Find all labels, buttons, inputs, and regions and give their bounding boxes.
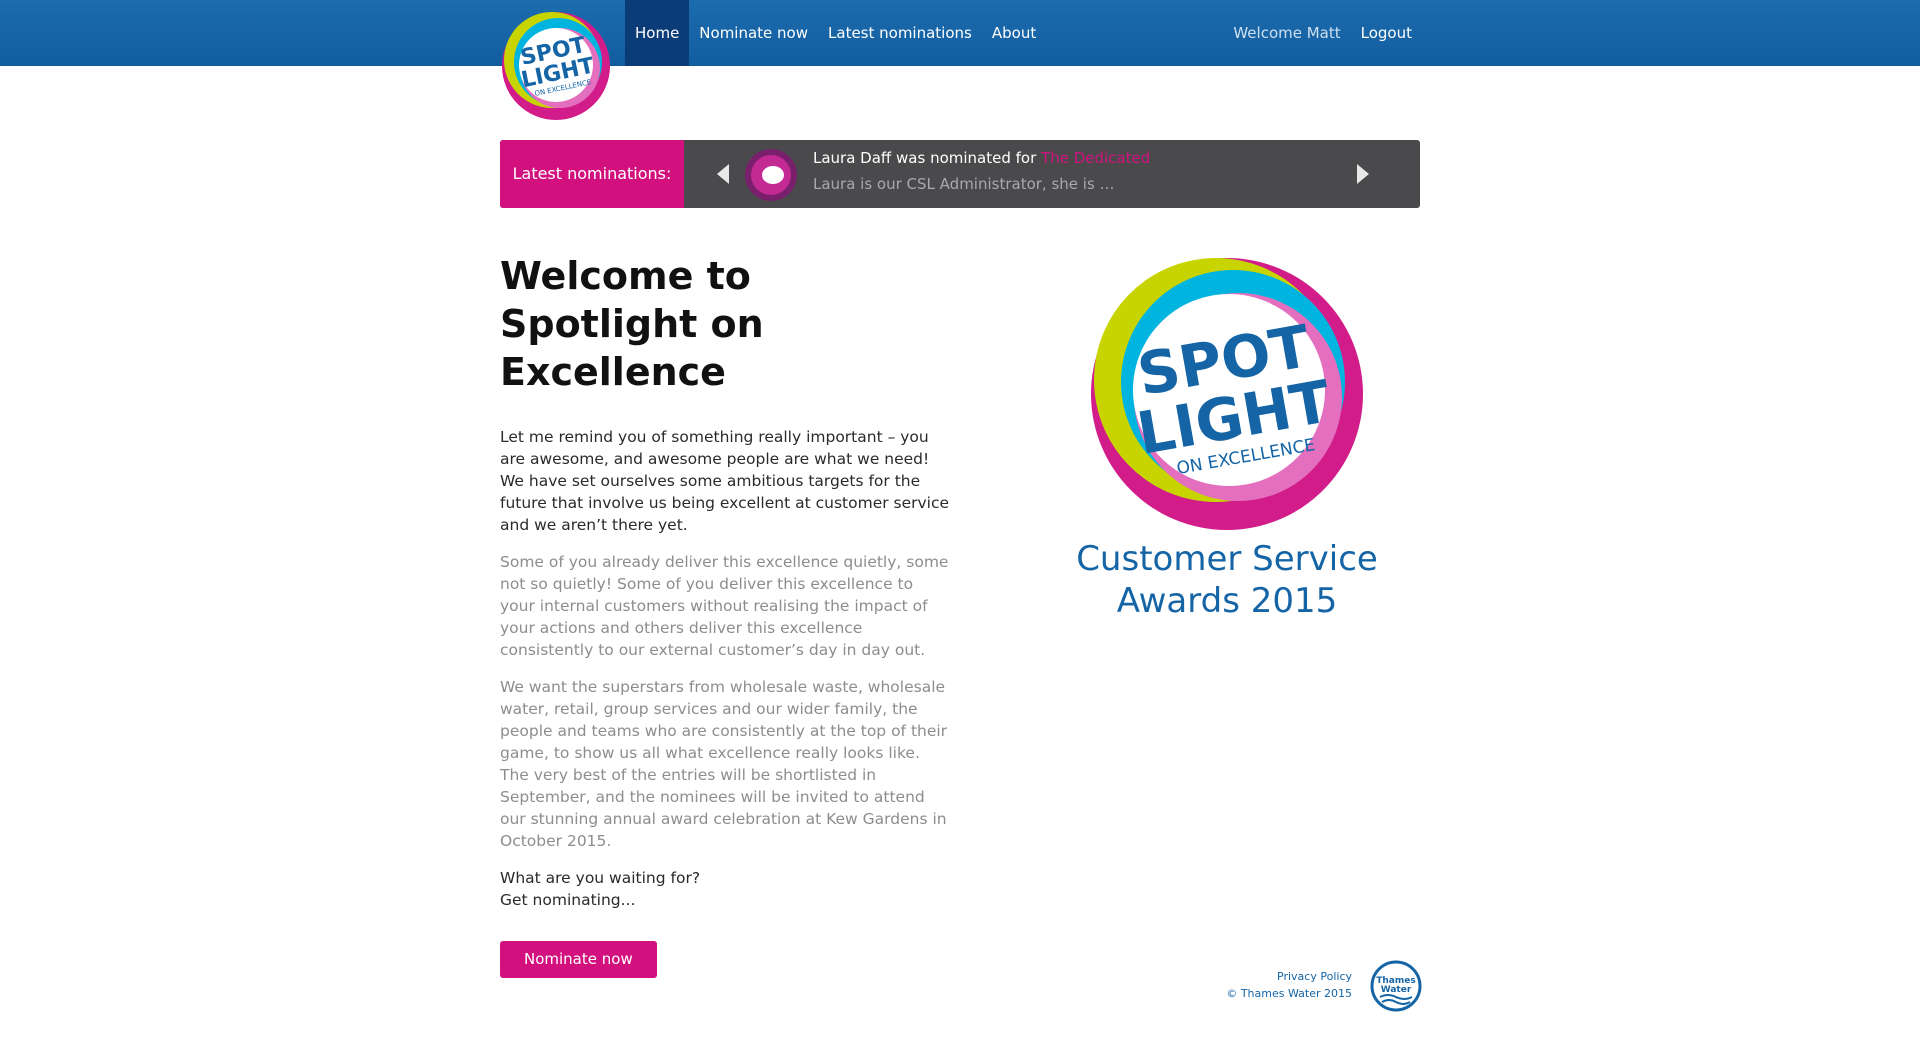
cta-text: What are you waiting for? Get nominating… [500, 867, 950, 911]
cta-line-2: Get nominating... [500, 891, 636, 909]
nominee-avatar [744, 148, 798, 202]
nav-latest-nominations[interactable]: Latest nominations [818, 0, 982, 66]
spotlight-hero-logo: SPOT LIGHT ON EXCELLENCE [1088, 252, 1366, 530]
thames-water-logo[interactable]: Thames Water [1370, 960, 1422, 1012]
welcome-text: Welcome Matt [1233, 24, 1341, 42]
thames-water-logo-line-2: Water [1381, 985, 1412, 995]
awards-caption-line-1: Customer Service [1076, 539, 1378, 579]
privacy-policy-link[interactable]: Privacy Policy [1180, 968, 1352, 985]
footer: Privacy Policy © Thames Water 2015 [1180, 968, 1352, 1002]
nav-about[interactable]: About [982, 0, 1046, 66]
intro-paragraph: Let me remind you of something really im… [500, 428, 950, 534]
award-link[interactable]: The Dedicated [1041, 149, 1150, 167]
nominations-ticker: Latest nominations: Laura Daff was nomin… [500, 140, 1420, 208]
superstars-paragraph: We want the superstars from wholesale wa… [500, 678, 948, 850]
nav-home[interactable]: Home [625, 0, 690, 66]
awards-caption: Customer Service Awards 2015 [1060, 538, 1394, 622]
nomination-headline: Laura Daff was nominated for The Dedicat… [813, 149, 1150, 167]
cta-line-1: What are you waiting for? [500, 869, 701, 887]
copyright-text: © Thames Water 2015 [1226, 987, 1352, 1000]
nominee-text: Laura Daff was nominated for [813, 149, 1042, 167]
awards-caption-line-2: Awards 2015 [1116, 581, 1338, 621]
top-nav-bar: Home Nominate now Latest nominations Abo… [0, 0, 1920, 66]
nomination-excerpt: Laura is our CSL Administrator, she is … [813, 175, 1115, 193]
triangle-left-icon[interactable] [713, 160, 733, 188]
ticker-label: Latest nominations: [500, 140, 684, 208]
main-content: Welcome to Spotlight on Excellence Let m… [500, 252, 950, 978]
spotlight-logo[interactable]: SPOT LIGHT ON EXCELLENCE [500, 10, 612, 122]
logout-link[interactable]: Logout [1361, 24, 1412, 42]
nominate-now-button[interactable]: Nominate now [500, 941, 657, 978]
user-area: Welcome Matt Logout [1233, 0, 1412, 66]
excellence-paragraph: Some of you already deliver this excelle… [500, 553, 949, 659]
main-nav: Home Nominate now Latest nominations Abo… [625, 0, 1046, 66]
triangle-right-icon[interactable] [1353, 160, 1373, 188]
nav-nominate-now[interactable]: Nominate now [689, 0, 818, 66]
page-title: Welcome to Spotlight on Excellence [500, 254, 764, 394]
